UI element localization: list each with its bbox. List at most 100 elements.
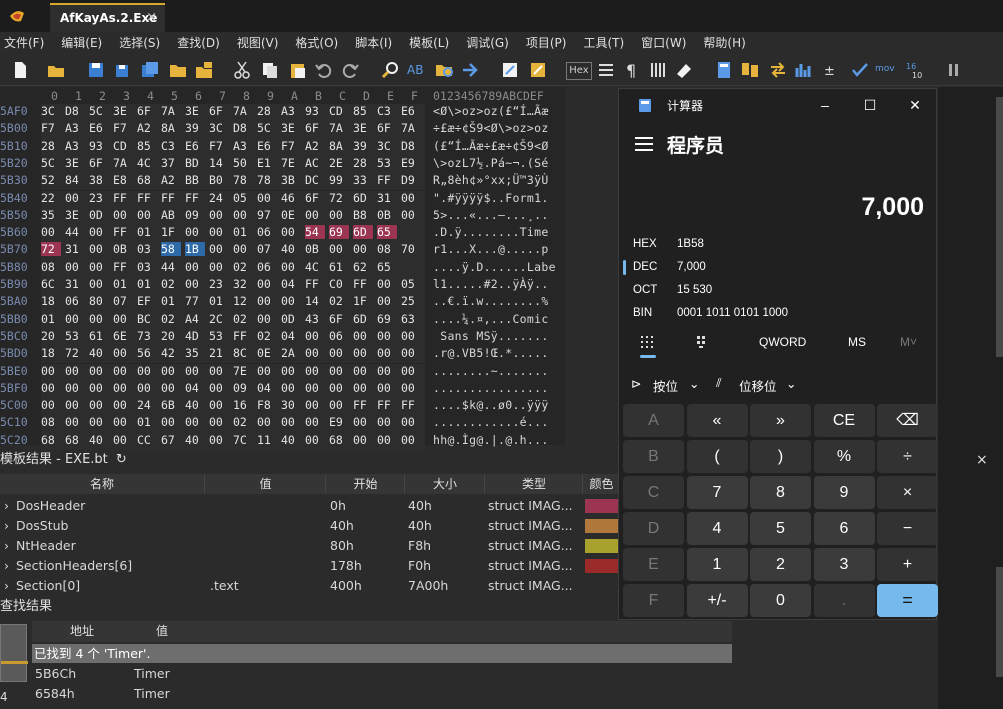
- hex-byte[interactable]: 0B: [113, 242, 133, 256]
- hex-byte[interactable]: 38: [89, 173, 109, 187]
- hex-byte[interactable]: 00: [353, 329, 373, 343]
- hex-byte[interactable]: D8: [401, 139, 421, 153]
- template-row[interactable]: › SectionHeaders[6] 178h F0h struct IMAG...: [0, 556, 621, 576]
- hex-byte[interactable]: 06: [257, 260, 277, 274]
- hex-byte[interactable]: 67: [161, 433, 181, 447]
- keypad-icon[interactable]: [640, 335, 654, 349]
- hex-byte[interactable]: FF: [113, 191, 133, 205]
- key-e[interactable]: E: [623, 548, 684, 581]
- hex-byte[interactable]: 6D: [353, 225, 373, 240]
- hex-byte[interactable]: 00: [89, 381, 109, 395]
- hex-byte[interactable]: 43: [305, 312, 325, 326]
- hex-byte[interactable]: 3B: [281, 173, 301, 187]
- hex-byte[interactable]: 00: [257, 277, 277, 291]
- hex-byte[interactable]: BD: [185, 156, 205, 170]
- hex-byte[interactable]: 8A: [161, 121, 181, 135]
- hex-byte[interactable]: 05: [401, 277, 421, 291]
- menu-format[interactable]: 格式(O): [295, 32, 338, 54]
- hex-byte[interactable]: 00: [233, 208, 253, 222]
- hex-byte[interactable]: A3: [233, 139, 253, 153]
- hex-byte[interactable]: 28: [41, 139, 61, 153]
- key-5[interactable]: 5: [750, 512, 811, 545]
- hex-byte[interactable]: 6D: [353, 191, 373, 205]
- hex-byte[interactable]: A3: [65, 121, 85, 135]
- hex-byte[interactable]: 20: [41, 329, 61, 343]
- hex-byte[interactable]: 00: [89, 260, 109, 274]
- hex-byte[interactable]: 02: [329, 294, 349, 308]
- hex-byte[interactable]: 06: [257, 225, 277, 239]
- hex-mode-button[interactable]: Hex: [566, 62, 592, 80]
- column-header-start[interactable]: 开始: [327, 474, 405, 494]
- column-header-find-value[interactable]: 值: [132, 621, 192, 642]
- hex-row-ascii[interactable]: l1.....#2..ÿÀÿ..: [433, 277, 563, 291]
- hex-byte[interactable]: 02: [233, 415, 253, 429]
- radix-oct[interactable]: OCT 15 530: [619, 280, 938, 302]
- hex-row-ascii[interactable]: ÷£æ÷¢Š9<Ø\>oz>oz: [433, 121, 563, 135]
- hex-byte[interactable]: E1: [257, 156, 277, 170]
- hex-row[interactable]: 5B90 6C 31 00 01 01 02 00 23 32 00 04 FF C0 FF 00 05 l1..…: [0, 277, 565, 295]
- file-tab[interactable]: AfKayAs.2.Exe ×: [50, 3, 165, 32]
- copy-icon[interactable]: [260, 60, 280, 80]
- hex-byte[interactable]: 00: [377, 329, 397, 343]
- hex-row[interactable]: 5B80 08 00 00 FF 03 44 00 00 02 06 00 4C 61 62 65 ....ÿ.…: [0, 259, 565, 277]
- hex-byte[interactable]: 84: [65, 173, 85, 187]
- menu-window[interactable]: 窗口(W): [641, 32, 686, 54]
- hex-byte[interactable]: 09: [185, 208, 205, 222]
- hex-byte[interactable]: 00: [353, 381, 373, 395]
- key-negate[interactable]: +/-: [686, 584, 748, 617]
- hex-byte[interactable]: 0E: [257, 346, 277, 360]
- hex-byte[interactable]: 00: [41, 381, 61, 395]
- hex-byte[interactable]: CC: [137, 433, 157, 447]
- hex-byte[interactable]: 58: [161, 242, 181, 257]
- hex-row-ascii[interactable]: ".#ÿÿÿÿ$..Form1.: [433, 191, 563, 205]
- hex-byte[interactable]: 53: [377, 156, 397, 170]
- calculator-icon[interactable]: [714, 60, 734, 80]
- hex-byte[interactable]: 14: [305, 294, 325, 308]
- hex-byte[interactable]: 0D: [89, 208, 109, 222]
- hex-byte[interactable]: FF: [305, 277, 325, 291]
- hex-byte[interactable]: BC: [137, 312, 157, 326]
- hex-byte[interactable]: 69: [329, 225, 349, 240]
- template-row[interactable]: › Section[0] .text 400h 7A00h struct IMAG...: [0, 576, 621, 596]
- hex-byte[interactable]: 02: [161, 277, 181, 291]
- column-header-value[interactable]: 值: [206, 474, 326, 494]
- hex-byte[interactable]: 00: [281, 225, 301, 239]
- hex-byte[interactable]: 6F: [377, 121, 397, 135]
- hex-row[interactable]: 5BF0 00 00 00 00 00 00 04 00 09 04 00 00 00 00 00 00....…: [0, 380, 565, 399]
- hex-byte[interactable]: C3: [377, 104, 397, 118]
- hamburger-menu-icon[interactable]: [635, 137, 653, 151]
- menu-find[interactable]: 查找(D): [177, 32, 220, 54]
- key-0[interactable]: 0: [750, 584, 811, 617]
- hex-byte[interactable]: B0: [209, 173, 229, 187]
- hex-row[interactable]: 5BC0 20 53 61 6E 73 20 4D 53 FF 02 04 00 06 00 00 00 San…: [0, 328, 565, 347]
- hex-byte[interactable]: 24: [209, 191, 229, 205]
- hex-byte[interactable]: 00: [257, 191, 277, 205]
- key-2[interactable]: 2: [750, 548, 811, 581]
- word-size-button[interactable]: QWORD: [759, 335, 806, 349]
- hex-byte[interactable]: 3C: [377, 139, 397, 153]
- refresh-icon[interactable]: ↻: [116, 452, 127, 467]
- hex-byte[interactable]: 68: [137, 173, 157, 187]
- hex-byte[interactable]: 68: [41, 433, 61, 447]
- hex-byte[interactable]: 00: [137, 208, 157, 222]
- key-d[interactable]: D: [623, 512, 684, 545]
- menu-file[interactable]: 文件(F): [4, 32, 44, 54]
- hex-byte[interactable]: A3: [65, 139, 85, 153]
- hex-row[interactable]: 5B00 F7 A3 E6 F7 A2 8A 39 3C D8 5C 3E 6F 7A 3E 6F 7A ÷£æ÷…: [0, 121, 565, 139]
- hex-byte[interactable]: 00: [209, 364, 229, 378]
- hex-byte[interactable]: E9: [401, 156, 421, 170]
- hex-byte[interactable]: A2: [137, 121, 157, 135]
- hex-byte[interactable]: 00: [65, 364, 85, 378]
- hex-byte[interactable]: 00: [89, 242, 109, 256]
- hex-byte[interactable]: 00: [113, 364, 133, 378]
- key-close-paren[interactable]: ): [750, 440, 811, 473]
- hex-byte[interactable]: 03: [137, 242, 157, 256]
- key-8[interactable]: 8: [750, 476, 811, 509]
- hex-byte[interactable]: 00: [65, 398, 85, 412]
- hex-byte[interactable]: CD: [329, 104, 349, 118]
- hex-byte[interactable]: EF: [137, 294, 157, 308]
- hex-byte[interactable]: 00: [161, 381, 181, 395]
- hex-row-ascii[interactable]: .r@.VB5!Œ.*.....: [433, 346, 563, 360]
- hex-byte[interactable]: 40: [281, 433, 301, 447]
- hex-byte[interactable]: 01: [137, 415, 157, 429]
